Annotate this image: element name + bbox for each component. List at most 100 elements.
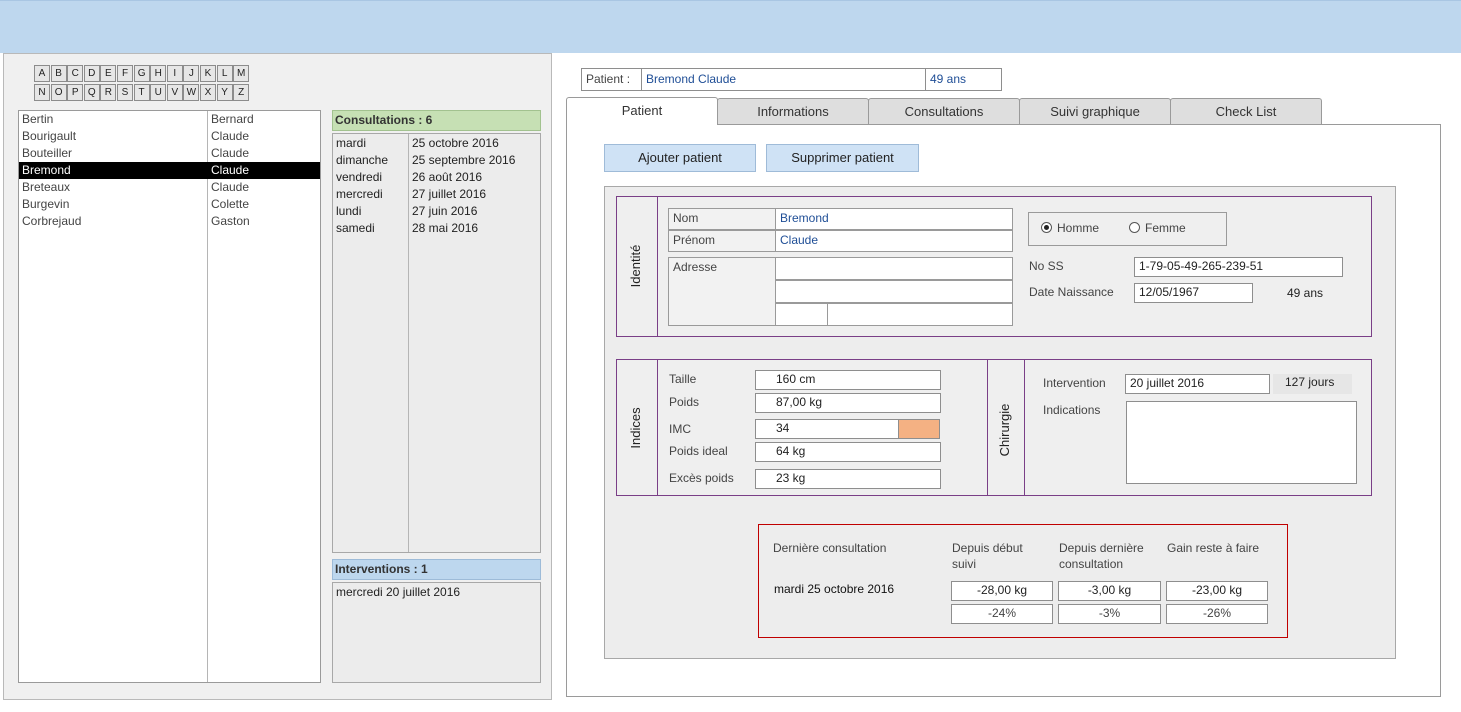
remaining-gain-kg: -23,00 kg <box>1166 581 1268 601</box>
letter-button-t[interactable]: T <box>133 84 150 101</box>
letter-button-a[interactable]: A <box>34 65 50 82</box>
patient-first-name: Claude <box>211 146 250 160</box>
letter-button-d[interactable]: D <box>83 65 100 82</box>
taille-field[interactable]: 160 cm <box>755 370 941 390</box>
adresse-line-1[interactable] <box>775 257 1013 280</box>
letter-button-q[interactable]: Q <box>83 84 100 101</box>
indications-textarea[interactable] <box>1126 401 1357 484</box>
patient-last-name: Bouteiller <box>22 146 73 160</box>
consultation-day[interactable]: vendredi <box>336 169 382 186</box>
tab-check-list[interactable]: Check List <box>1170 98 1322 125</box>
letter-button-k[interactable]: K <box>200 65 216 82</box>
consultations-divider <box>408 134 409 552</box>
add-patient-button[interactable]: Ajouter patient <box>604 144 756 172</box>
patient-bar-label: Patient : <box>581 68 642 91</box>
letter-button-h[interactable]: H <box>150 65 167 82</box>
intervention-days: 127 jours <box>1273 374 1352 394</box>
patient-first-name: Claude <box>211 180 250 194</box>
nss-field[interactable]: 1-79-05-49-265-239-51 <box>1134 257 1343 277</box>
letter-button-v[interactable]: V <box>166 84 183 101</box>
remaining-gain-label: Gain reste à faire <box>1167 541 1260 555</box>
remaining-gain-pct: -26% <box>1166 604 1268 624</box>
adresse-city[interactable] <box>827 303 1013 326</box>
patient-last-name: Bremond <box>22 163 71 177</box>
letter-button-j[interactable]: J <box>183 65 200 82</box>
consultation-day[interactable]: samedi <box>336 220 375 237</box>
consultation-date[interactable]: 25 octobre 2016 <box>412 135 499 152</box>
consultation-day[interactable]: lundi <box>336 203 361 220</box>
patient-bar-age: 49 ans <box>925 68 1002 91</box>
dob-field[interactable]: 12/05/1967 <box>1134 283 1253 303</box>
consultation-day[interactable]: mardi <box>336 135 366 152</box>
consultations-list[interactable]: mardi 25 octobre 2016 dimanche 25 septembre… <box>332 133 541 553</box>
patient-last-name: Burgevin <box>22 197 70 211</box>
nom-field[interactable]: Bremond <box>775 208 1013 230</box>
patient-last-name: Bourigault <box>22 129 77 143</box>
radio-femme-label: Femme <box>1145 221 1186 235</box>
patient-first-name: Claude <box>211 129 250 143</box>
consultation-date[interactable]: 28 mai 2016 <box>412 220 478 237</box>
patient-row[interactable]: Breteaux Claude <box>19 179 320 196</box>
letter-button-z[interactable]: Z <box>233 84 250 101</box>
consultation-date[interactable]: 26 août 2016 <box>412 169 482 186</box>
consultation-date[interactable]: 27 juin 2016 <box>412 203 477 220</box>
intervention-row[interactable]: mercredi 20 juillet 2016 <box>336 584 460 601</box>
tab-consultations[interactable]: Consultations <box>868 98 1020 125</box>
since-start-kg: -28,00 kg <box>951 581 1053 601</box>
patient-row[interactable]: Burgevin Colette <box>19 196 320 213</box>
letter-button-s[interactable]: S <box>117 84 133 101</box>
consultation-day[interactable]: dimanche <box>336 152 388 169</box>
letter-button-m[interactable]: M <box>233 65 250 82</box>
since-last-kg: -3,00 kg <box>1058 581 1161 601</box>
patient-row[interactable]: Corbrejaud Gaston <box>19 213 320 230</box>
indices-section-label: Indices <box>628 407 643 449</box>
letter-button-x[interactable]: X <box>200 84 216 101</box>
consultation-date[interactable]: 27 juillet 2016 <box>412 186 486 203</box>
imc-field: 34 <box>755 419 899 439</box>
letter-button-e[interactable]: E <box>100 65 117 82</box>
letter-button-b[interactable]: B <box>50 65 67 82</box>
top-banner <box>0 0 1461 53</box>
patient-row[interactable]: Bourigault Claude <box>19 128 320 145</box>
identity-age: 49 ans <box>1287 286 1324 300</box>
patient-first-name: Gaston <box>211 214 250 228</box>
letter-button-i[interactable]: I <box>166 65 183 82</box>
prenom-field[interactable]: Claude <box>775 230 1013 252</box>
patient-first-name: Colette <box>211 197 250 211</box>
consultation-day[interactable]: mercredi <box>336 186 383 203</box>
taille-label: Taille <box>669 372 697 386</box>
patient-row[interactable]: Bremond Claude <box>19 162 320 179</box>
radio-femme[interactable] <box>1129 222 1140 233</box>
letter-button-l[interactable]: L <box>216 65 233 82</box>
dob-label: Date Naissance <box>1029 285 1114 299</box>
patient-row[interactable]: Bouteiller Claude <box>19 145 320 162</box>
intervention-date-field[interactable]: 20 juillet 2016 <box>1125 374 1270 394</box>
letter-button-n[interactable]: N <box>34 84 50 101</box>
tab-informations[interactable]: Informations <box>717 98 869 125</box>
consultation-date[interactable]: 25 septembre 2016 <box>412 152 515 169</box>
letter-button-w[interactable]: W <box>183 84 200 101</box>
patient-row[interactable]: Bertin Bernard <box>19 111 320 128</box>
letter-button-c[interactable]: C <box>67 65 84 82</box>
exces-poids-label: Excès poids <box>669 471 734 485</box>
letter-button-o[interactable]: O <box>50 84 67 101</box>
adresse-postal-code[interactable] <box>775 303 828 326</box>
letter-button-g[interactable]: G <box>133 65 150 82</box>
letter-button-y[interactable]: Y <box>216 84 233 101</box>
poids-field[interactable]: 87,00 kg <box>755 393 941 413</box>
letter-button-p[interactable]: P <box>67 84 84 101</box>
tab-patient[interactable]: Patient <box>566 97 718 125</box>
letter-button-f[interactable]: F <box>117 65 133 82</box>
patient-list[interactable]: Bertin Bernard Bourigault Claude Bouteiller C… <box>18 110 321 683</box>
interventions-list[interactable]: mercredi 20 juillet 2016 <box>332 582 541 683</box>
since-last-label-line2: consultation <box>1059 557 1124 571</box>
letter-button-u[interactable]: U <box>150 84 167 101</box>
letter-button-r[interactable]: R <box>100 84 117 101</box>
adresse-label: Adresse <box>668 257 776 326</box>
tab-suivi-graphique[interactable]: Suivi graphique <box>1019 98 1171 125</box>
identity-section-label: Identité <box>628 244 643 288</box>
radio-homme[interactable] <box>1041 222 1052 233</box>
delete-patient-button[interactable]: Supprimer patient <box>766 144 919 172</box>
adresse-line-2[interactable] <box>775 280 1013 303</box>
exces-poids-field: 23 kg <box>755 469 941 489</box>
